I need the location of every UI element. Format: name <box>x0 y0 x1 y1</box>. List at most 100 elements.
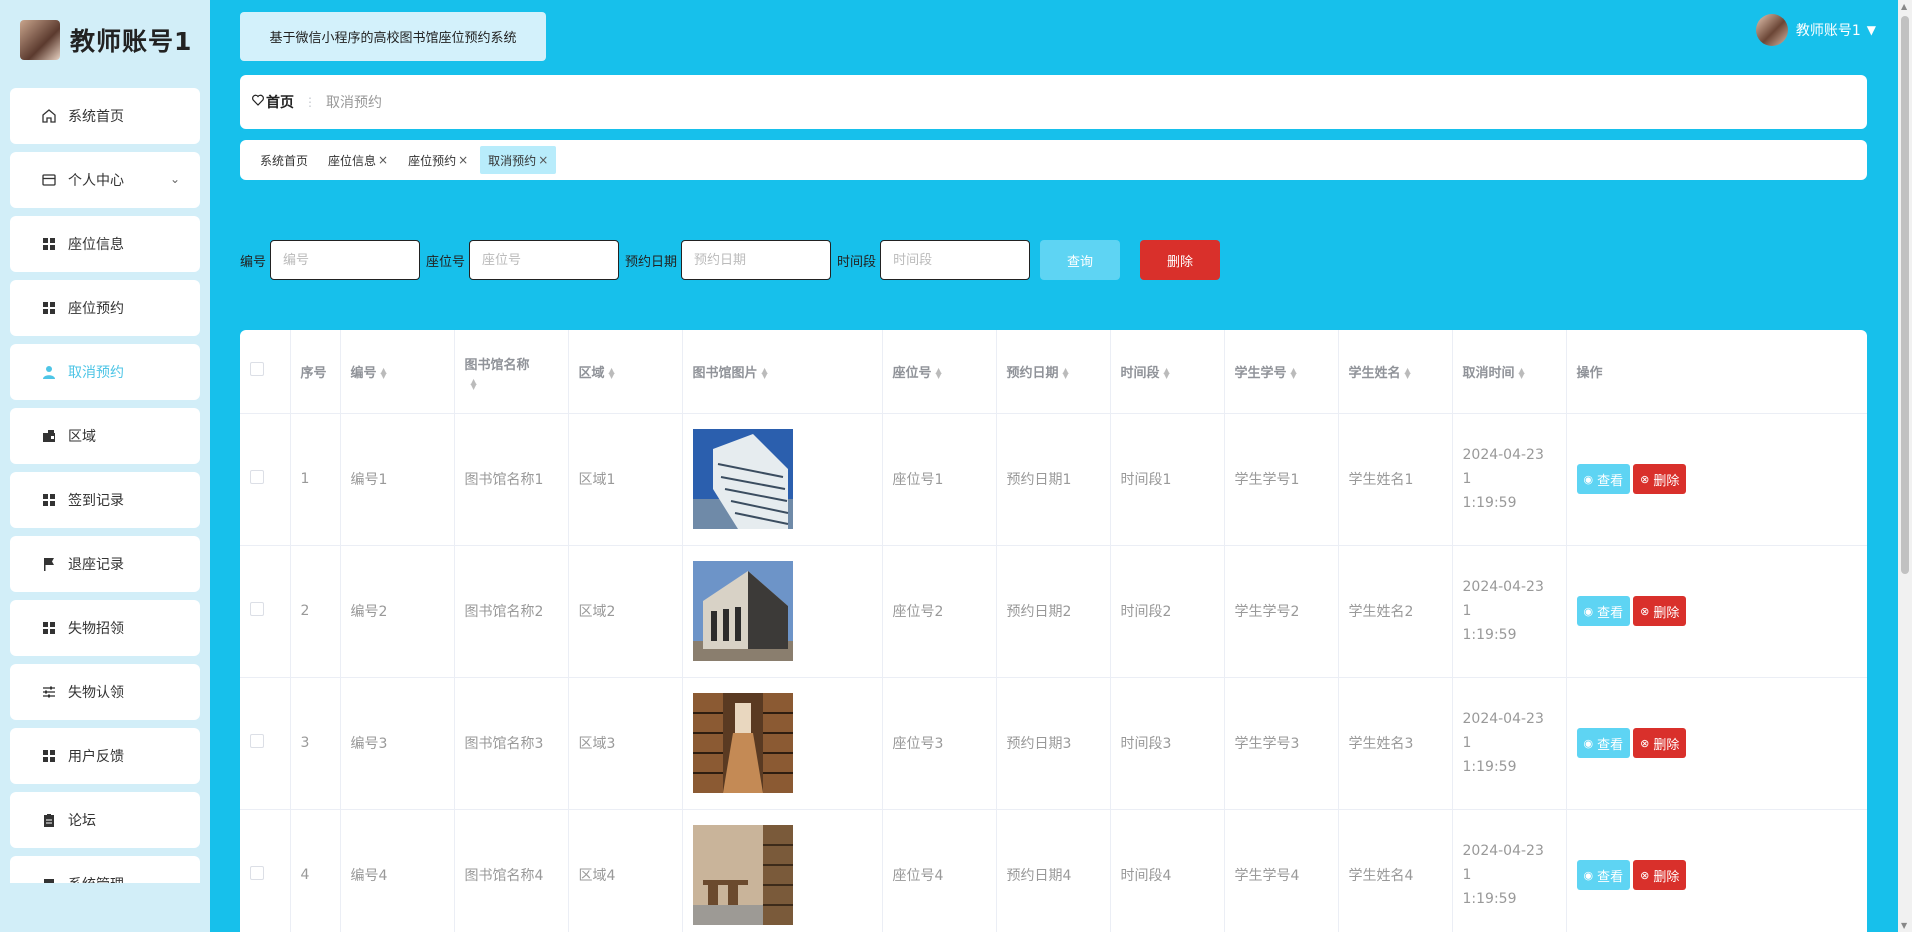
cell-period: 时间段3 <box>1110 677 1225 810</box>
column-label: 座位号 <box>892 365 932 381</box>
row-select-cell[interactable] <box>240 677 291 810</box>
cell-image <box>682 413 883 546</box>
sidebar-item-forum[interactable]: 论坛 <box>10 792 200 848</box>
cell-date: 预约日期3 <box>996 677 1111 810</box>
row-select-cell[interactable] <box>240 413 291 546</box>
view-button[interactable]: ◉ 查看 <box>1576 860 1631 890</box>
row-select-cell[interactable] <box>240 809 291 932</box>
sort-icon[interactable]: ▲ ▼ <box>762 367 768 380</box>
tab-seat-booking[interactable]: 座位预约 × <box>400 146 476 174</box>
sidebar-item-label: 系统首页 <box>68 109 124 125</box>
cell-library: 图书馆名称1 <box>454 413 569 546</box>
delete-button[interactable]: ⊗ 删除 <box>1633 464 1687 494</box>
view-button[interactable]: ◉ 查看 <box>1576 464 1631 494</box>
column-header[interactable]: 时间段 ▲ ▼ <box>1110 330 1225 414</box>
row-checkbox[interactable] <box>250 470 264 484</box>
seat-input[interactable] <box>469 240 620 280</box>
column-header[interactable]: 编号 ▲ ▼ <box>340 330 455 414</box>
cell-image <box>682 545 883 678</box>
period-input[interactable] <box>880 240 1031 280</box>
row-checkbox[interactable] <box>250 602 264 616</box>
sort-icon[interactable]: ▲ ▼ <box>1291 367 1297 380</box>
column-header[interactable]: 学生学号 ▲ ▼ <box>1224 330 1339 414</box>
cell-seat: 座位号3 <box>882 677 997 810</box>
view-button[interactable]: ◉ 查看 <box>1576 728 1631 758</box>
sort-icon[interactable]: ▲ ▼ <box>1519 367 1525 380</box>
query-button[interactable]: 查询 <box>1040 240 1121 280</box>
sidebar-item-leave-records[interactable]: 退座记录 <box>10 536 200 592</box>
delete-button[interactable]: ⊗ 删除 <box>1633 728 1687 758</box>
sort-icon[interactable]: ▲ ▼ <box>609 367 615 380</box>
close-circle-icon: ⊗ <box>1640 605 1650 618</box>
grid-icon <box>40 299 58 317</box>
view-label: 查看 <box>1597 604 1624 620</box>
row-checkbox[interactable] <box>250 734 264 748</box>
sidebar-item-label: 系统管理 <box>68 874 124 883</box>
sidebar-item-profile[interactable]: 个人中心 ⌄ <box>10 152 200 208</box>
date-input[interactable] <box>681 240 832 280</box>
tab-home[interactable]: 系统首页 <box>252 146 316 174</box>
sort-icon[interactable]: ▲ ▼ <box>381 367 387 380</box>
page-scrollbar[interactable]: ▲ ▼ <box>1898 0 1912 932</box>
column-header[interactable]: 图书馆图片 ▲ ▼ <box>682 330 883 414</box>
sidebar-item-feedback[interactable]: 用户反馈 <box>10 728 200 784</box>
column-header[interactable]: 图书馆名称 ▲ ▼ <box>454 330 569 414</box>
breadcrumb-home[interactable]: 首页 <box>252 92 294 112</box>
cell-cancel-time: 2024-04-23 1 1:19:59 <box>1452 413 1567 546</box>
row-select-cell[interactable] <box>240 545 291 678</box>
scrollbar-thumb[interactable] <box>1901 16 1909 574</box>
code-input[interactable] <box>270 240 421 280</box>
sidebar-item-checkin-records[interactable]: 签到记录 <box>10 472 200 528</box>
close-circle-icon: ⊗ <box>1640 737 1650 750</box>
eye-icon: ◉ <box>1583 473 1594 486</box>
sidebar-item-seat-info[interactable]: 座位信息 <box>10 216 200 272</box>
cell-area: 区域3 <box>568 677 683 810</box>
row-checkbox[interactable] <box>250 866 264 880</box>
user-menu[interactable]: 教师账号1 ▼ <box>1755 14 1876 46</box>
sort-icon[interactable]: ▲ ▼ <box>1063 367 1069 380</box>
column-header[interactable]: 学生姓名 ▲ ▼ <box>1338 330 1453 414</box>
delete-button[interactable]: ⊗ 删除 <box>1633 596 1687 626</box>
tab-seat-info[interactable]: 座位信息 × <box>320 146 396 174</box>
sidebar-item-label: 区域 <box>68 429 96 445</box>
column-header[interactable]: 区域 ▲ ▼ <box>568 330 683 414</box>
cell-code: 编号3 <box>340 677 455 810</box>
chevron-down-icon: ⌄ <box>169 172 180 186</box>
column-label: 编号 <box>350 365 377 381</box>
delete-button[interactable]: ⊗ 删除 <box>1633 860 1687 890</box>
sidebar-item-area[interactable]: 区域 <box>10 408 200 464</box>
close-icon[interactable]: × <box>538 153 548 167</box>
column-header[interactable]: 取消时间 ▲ ▼ <box>1452 330 1567 414</box>
select-all-cell[interactable] <box>240 330 291 414</box>
view-button[interactable]: ◉ 查看 <box>1576 596 1631 626</box>
sort-icon[interactable]: ▲ ▼ <box>1164 367 1170 380</box>
tab-cancel-booking[interactable]: 取消预约 × <box>480 146 557 174</box>
breadcrumb: 首页 ⋮ 取消预约 <box>240 75 1867 129</box>
scroll-up-icon[interactable]: ▲ <box>1901 2 1907 11</box>
sidebar-item-seat-booking[interactable]: 座位预约 <box>10 280 200 336</box>
grid-icon <box>40 491 58 509</box>
sidebar-item-system[interactable]: 系统管理 ⌄ <box>10 856 200 883</box>
sidebar-item-label: 失物招领 <box>68 621 124 637</box>
cell-code: 编号4 <box>340 809 455 932</box>
scroll-down-icon[interactable]: ▼ <box>1901 921 1907 930</box>
search-bar: 编号 座位号 预约日期 时间段 查询 删除 <box>240 240 1221 280</box>
sidebar-item-cancel-booking[interactable]: 取消预约 <box>10 344 200 400</box>
column-header[interactable]: 预约日期 ▲ ▼ <box>996 330 1111 414</box>
column-header[interactable]: 座位号 ▲ ▼ <box>882 330 997 414</box>
sort-icon[interactable]: ▲ ▼ <box>936 367 942 380</box>
cell-area: 区域1 <box>568 413 683 546</box>
cell-area: 区域4 <box>568 809 683 932</box>
user-name: 教师账号1 <box>1795 23 1861 39</box>
library-image <box>692 429 793 529</box>
sidebar-item-home[interactable]: 系统首页 <box>10 88 200 144</box>
batch-delete-button[interactable]: 删除 <box>1140 240 1221 280</box>
select-all-checkbox[interactable] <box>250 362 264 377</box>
sort-icon[interactable]: ▲ ▼ <box>1405 367 1411 380</box>
close-icon[interactable]: × <box>378 153 388 167</box>
sort-icon[interactable]: ▲ ▼ <box>471 377 477 390</box>
column-label: 图书馆图片 <box>692 365 758 381</box>
sidebar-item-lost-claim[interactable]: 失物认领 <box>10 664 200 720</box>
close-icon[interactable]: × <box>458 153 468 167</box>
sidebar-item-lost-found[interactable]: 失物招领 <box>10 600 200 656</box>
